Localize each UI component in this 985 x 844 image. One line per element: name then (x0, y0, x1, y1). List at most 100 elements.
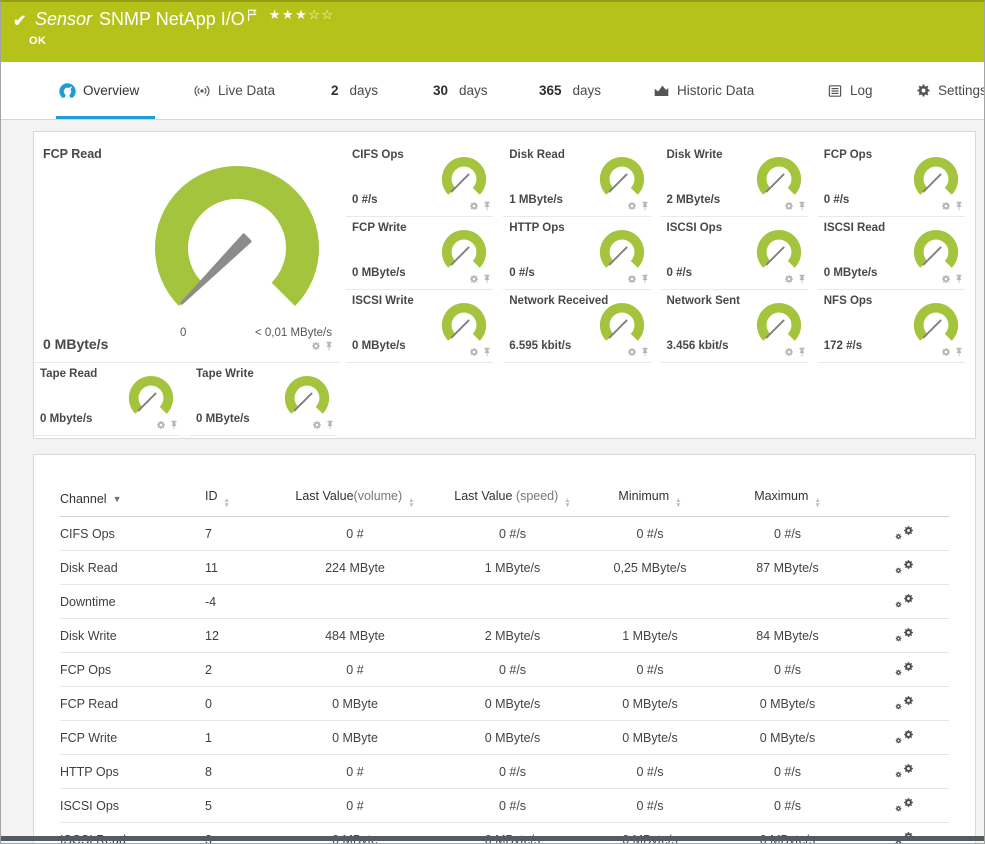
channel-settings-icon[interactable] (895, 661, 914, 676)
tab-label: Historic Data (677, 83, 755, 98)
cell-id: -4 (205, 584, 270, 619)
cell-id: 8 (205, 754, 270, 789)
gear-icon (916, 83, 931, 98)
gear-icon[interactable] (469, 347, 479, 357)
gauge-cell: ISCSI Write 0 MByte/s (346, 290, 503, 363)
gauges-panel: FCP Read 0 < 0,01 MByte/s 0 MByte/s Tape… (33, 131, 976, 439)
pin-icon[interactable] (482, 201, 492, 211)
status-ok-check-icon: ✔ (13, 13, 27, 30)
table-row[interactable]: FCP Write 1 0 MByte 0 MByte/s 0 MByte/s … (60, 720, 949, 755)
gauge-title: FCP Read (43, 147, 102, 161)
channel-settings-icon[interactable] (895, 627, 914, 642)
pin-icon[interactable] (482, 274, 492, 284)
gear-icon[interactable] (311, 341, 321, 351)
tab-label: Settings (938, 83, 985, 98)
col-header-last-value-volume[interactable]: Last Value(volume) ▲ ▼ (270, 483, 440, 517)
channel-settings-icon[interactable] (895, 593, 914, 608)
tab-settings[interactable]: Settings (916, 62, 985, 119)
channel-settings-icon[interactable] (895, 695, 914, 710)
gear-icon[interactable] (941, 274, 951, 284)
table-row[interactable]: ISCSI Ops 5 0 # 0 #/s 0 #/s 0 #/s (60, 788, 949, 823)
col-header-maximum[interactable]: Maximum ▲ ▼ (715, 483, 860, 517)
flag-icon[interactable] (247, 9, 257, 22)
pin-icon[interactable] (169, 420, 179, 430)
col-label: Maximum (754, 489, 809, 503)
cell-minimum: 0 MByte/s (585, 686, 715, 721)
tab-label: 30 (433, 83, 449, 98)
table-row[interactable]: Disk Write 12 484 MByte 2 MByte/s 1 MByt… (60, 618, 949, 653)
col-header-actions (860, 483, 949, 517)
gauge-value: 1 MByte/s (509, 194, 563, 206)
pin-icon[interactable] (797, 274, 807, 284)
pin-icon[interactable] (954, 347, 964, 357)
tab-live-data[interactable]: Live Data (193, 62, 275, 119)
pin-icon[interactable] (640, 347, 650, 357)
pin-icon[interactable] (324, 341, 334, 351)
gear-icon[interactable] (627, 201, 637, 211)
channel-settings-icon[interactable] (895, 797, 914, 812)
gear-icon[interactable] (312, 420, 322, 430)
gauge-title: Network Received (509, 295, 609, 307)
cell-id: 2 (205, 652, 270, 687)
pin-icon[interactable] (797, 347, 807, 357)
gear-icon[interactable] (941, 201, 951, 211)
gauge-title: NFS Ops (823, 295, 873, 307)
cell-channel: Disk Read (60, 550, 205, 585)
cell-last-value-volume: 0 MByte (270, 686, 440, 721)
col-label: Minimum (618, 489, 670, 503)
col-header-last-value-speed[interactable]: Last Value (speed) ▲ ▼ (440, 483, 585, 517)
pin-icon[interactable] (640, 201, 650, 211)
tab-historic-data[interactable]: Historic Data (653, 62, 754, 119)
gear-icon[interactable] (469, 201, 479, 211)
cell-last-value-speed: 1 MByte/s (440, 550, 585, 585)
gear-icon[interactable] (784, 201, 794, 211)
gauge-title: Tape Read (40, 368, 98, 380)
priority-stars[interactable]: ★★★☆☆ (269, 7, 335, 23)
channel-settings-icon[interactable] (895, 763, 914, 778)
sort-icon: ▲ ▼ (408, 497, 415, 509)
tab-overview[interactable]: Overview (55, 62, 156, 119)
pin-icon[interactable] (325, 420, 335, 430)
gear-icon[interactable] (469, 274, 479, 284)
table-row[interactable]: Disk Read 11 224 MByte 1 MByte/s 0,25 MB… (60, 550, 949, 585)
table-row[interactable]: FCP Ops 2 0 # 0 #/s 0 #/s 0 #/s (60, 652, 949, 687)
table-row[interactable]: Downtime -4 (60, 584, 949, 619)
pin-icon[interactable] (797, 201, 807, 211)
pin-icon[interactable] (954, 201, 964, 211)
gear-icon[interactable] (627, 347, 637, 357)
table-row[interactable]: FCP Read 0 0 MByte 0 MByte/s 0 MByte/s 0… (60, 686, 949, 721)
tab-2-days[interactable]: 2 days (331, 62, 378, 119)
cell-minimum: 0 #/s (585, 652, 715, 687)
cell-minimum: 0 #/s (585, 516, 715, 551)
col-header-id[interactable]: ID ▲ ▼ (205, 483, 270, 517)
channel-settings-icon[interactable] (895, 559, 914, 574)
gear-icon[interactable] (784, 274, 794, 284)
gauge-dial (438, 156, 490, 204)
gear-icon[interactable] (941, 347, 951, 357)
col-header-channel[interactable]: Channel ▼ (60, 483, 205, 517)
gear-icon[interactable] (784, 347, 794, 357)
gauge-dial (910, 302, 962, 350)
pin-icon[interactable] (482, 347, 492, 357)
channel-settings-icon[interactable] (895, 729, 914, 744)
pin-icon[interactable] (640, 274, 650, 284)
tab-log[interactable]: Log (827, 62, 873, 119)
gauge-cell: CIFS Ops 0 #/s (346, 144, 503, 217)
table-row[interactable]: CIFS Ops 7 0 # 0 #/s 0 #/s 0 #/s (60, 516, 949, 551)
channel-settings-icon[interactable] (895, 525, 914, 540)
cell-last-value-volume: 484 MByte (270, 618, 440, 653)
tab-30-days[interactable]: 30 days (433, 62, 488, 119)
table-row[interactable]: HTTP Ops 8 0 # 0 #/s 0 #/s 0 #/s (60, 754, 949, 789)
gauge-scale-min: 0 (180, 327, 187, 339)
col-header-minimum[interactable]: Minimum ▲ ▼ (585, 483, 715, 517)
sort-icon: ▲ ▼ (223, 497, 230, 509)
sort-icon: ▲ ▼ (564, 497, 571, 509)
pin-icon[interactable] (954, 274, 964, 284)
tab-label: days (459, 83, 488, 98)
tab-365-days[interactable]: 365 days (539, 62, 601, 119)
gear-icon[interactable] (156, 420, 166, 430)
gauge-cell: NFS Ops 172 #/s (817, 290, 975, 363)
cell-id: 0 (205, 686, 270, 721)
gear-icon[interactable] (627, 274, 637, 284)
col-label: Channel (60, 491, 107, 506)
